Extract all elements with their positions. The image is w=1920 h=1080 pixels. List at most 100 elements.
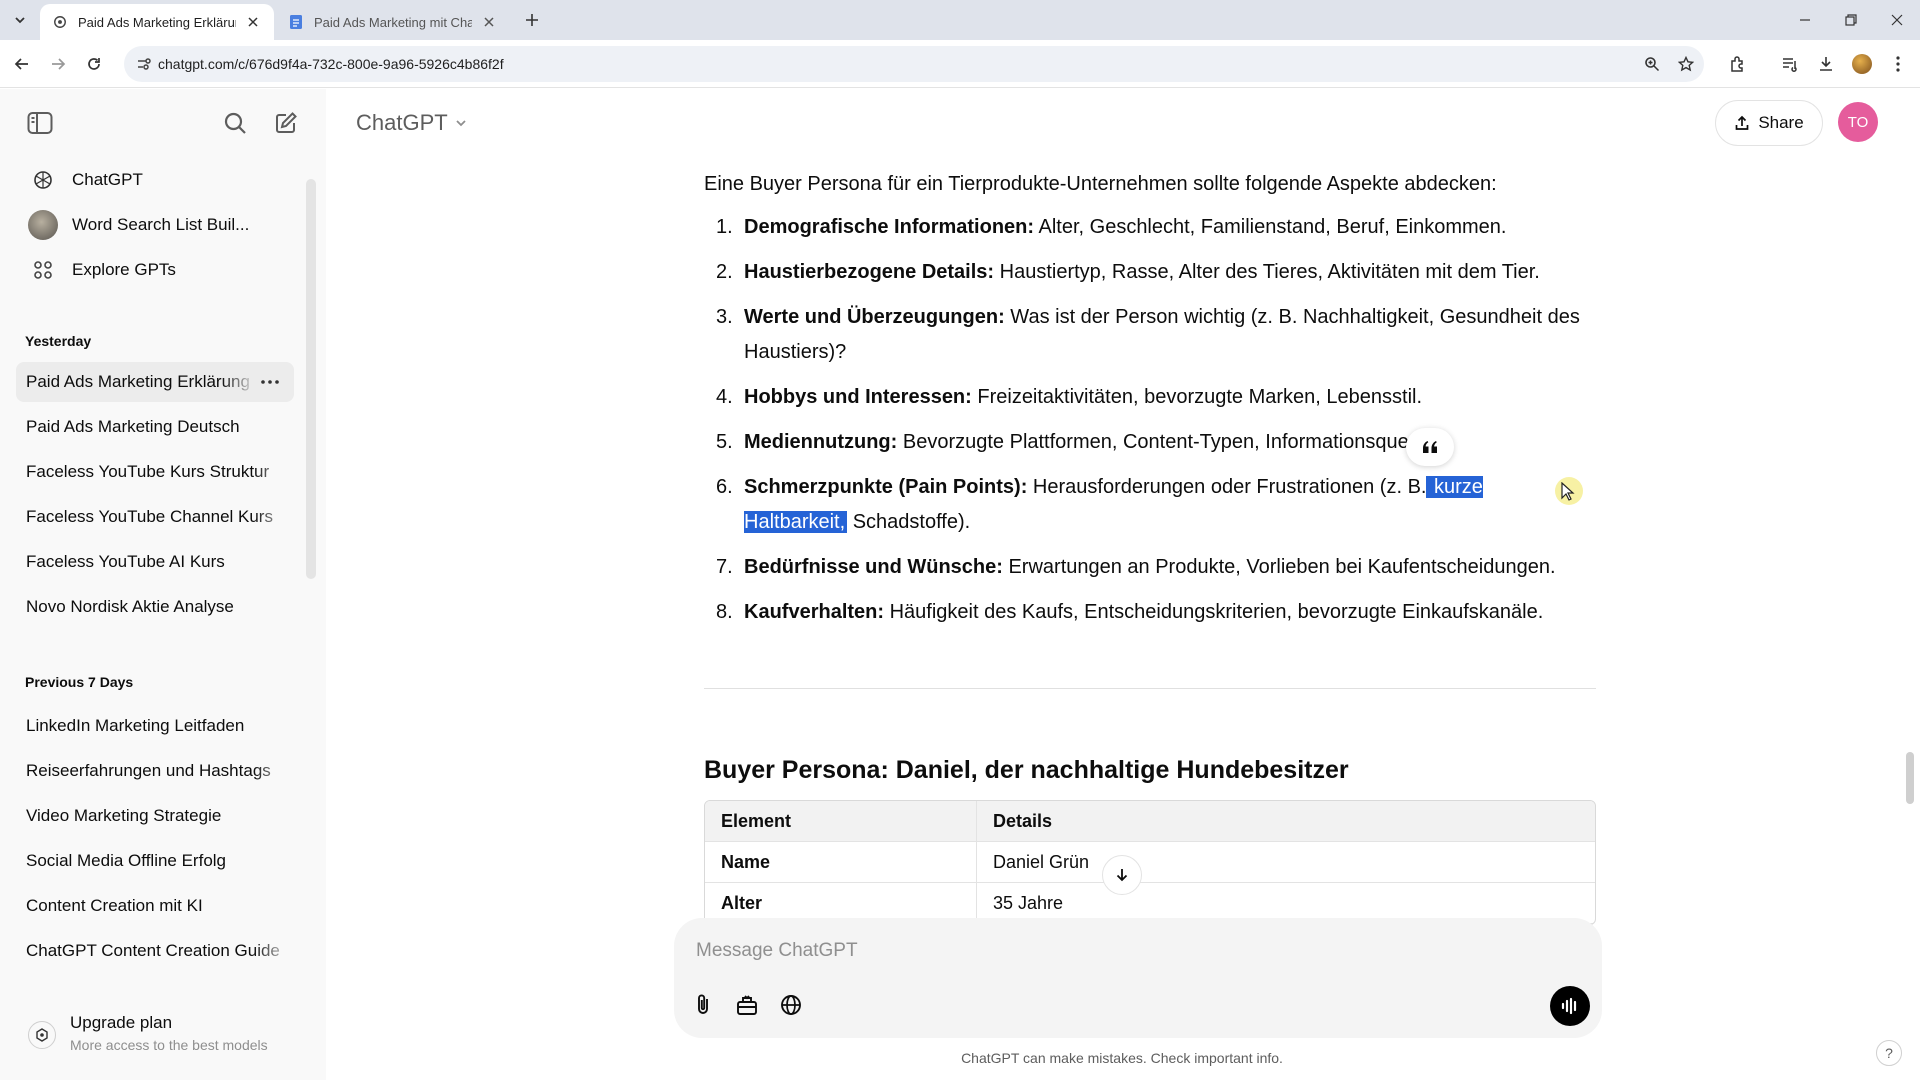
list-term: Mediennutzung: — [744, 431, 898, 453]
upgrade-title: Upgrade plan — [70, 1013, 173, 1032]
disclaimer-text: ChatGPT can make mistakes. Check importa… — [961, 1050, 1283, 1066]
model-name: ChatGPT — [356, 110, 448, 135]
chat-item[interactable]: Reiseerfahrungen und Hashtags — [16, 751, 294, 791]
chevron-down-icon — [454, 116, 468, 130]
address-bar[interactable]: chatgpt.com/c/676d9f4a-732c-800e-9a96-59… — [124, 46, 1704, 82]
chat-item[interactable]: ChatGPT Content Creation Guide — [16, 931, 294, 971]
upgrade-icon — [28, 1021, 56, 1049]
docs-favicon-icon — [288, 14, 304, 30]
tab-paid-ads-mit-chatgpt[interactable]: Paid Ads Marketing mit ChatGPT — [276, 4, 510, 40]
mouse-cursor — [1555, 477, 1583, 505]
back-button[interactable] — [10, 52, 34, 76]
tab-search-button[interactable] — [8, 8, 32, 32]
chat-item-label: Paid Ads Marketing Erklärung — [26, 372, 250, 391]
sidebar: ChatGPT Word Search List Buil... Explore… — [0, 89, 326, 1080]
reload-button[interactable] — [82, 52, 106, 76]
bookmark-star-icon[interactable] — [1676, 54, 1696, 74]
table-header-cell: Details — [993, 810, 1053, 831]
arrow-right-icon — [52, 58, 66, 70]
share-label: Share — [1758, 113, 1804, 132]
openai-logo-icon — [28, 165, 58, 195]
section-heading-yesterday: Yesterday — [25, 333, 92, 349]
attach-button[interactable] — [686, 988, 720, 1022]
minimize-button[interactable] — [1788, 6, 1822, 34]
list-number: 7. — [716, 556, 733, 578]
message-input[interactable]: Message ChatGPT — [696, 940, 858, 962]
list-number: 5. — [716, 431, 733, 453]
tools-button[interactable] — [730, 988, 764, 1022]
sidebar-item-chatgpt[interactable]: ChatGPT — [16, 160, 294, 200]
sidebar-item-word-search-gpt[interactable]: Word Search List Buil... — [16, 205, 294, 245]
list-text: Freizeitaktivitäten, bevorzugte Marken, … — [971, 386, 1423, 408]
chat-item[interactable]: LinkedIn Marketing Leitfaden — [16, 706, 294, 746]
chat-item-paid-ads-erklaerung[interactable]: Paid Ads Marketing Erklärung — [16, 362, 294, 402]
restore-button[interactable] — [1834, 6, 1868, 34]
help-button[interactable]: ? — [1876, 1040, 1902, 1066]
new-tab-button[interactable] — [520, 8, 544, 32]
list-number: 6. — [716, 476, 733, 498]
chat-item[interactable]: Novo Nordisk Aktie Analyse — [16, 587, 294, 627]
media-controls-button[interactable] — [1778, 52, 1802, 76]
scroll-to-bottom-button[interactable] — [1102, 855, 1142, 895]
globe-icon — [781, 995, 801, 1015]
chat-item-label: Social Media Offline Erfolg — [26, 851, 227, 870]
tab-title: Paid Ads Marketing mit ChatGPT — [314, 14, 472, 30]
chat-item[interactable]: Content Creation mit KI — [16, 886, 294, 926]
chat-item[interactable]: Social Media Offline Erfolg — [16, 841, 294, 881]
playlist-icon — [1783, 58, 1797, 72]
close-tab-icon[interactable] — [480, 13, 498, 31]
user-avatar[interactable]: TO — [1838, 102, 1878, 142]
list-number: 4. — [716, 386, 733, 408]
main-scrollbar[interactable] — [1906, 752, 1914, 804]
sidebar-scrollbar[interactable] — [306, 179, 316, 579]
chat-item[interactable]: Faceless YouTube Channel Kurs — [16, 497, 294, 537]
forward-button[interactable] — [46, 52, 70, 76]
chat-item[interactable]: Faceless YouTube Kurs Struktur — [16, 452, 294, 492]
edit-icon — [276, 112, 297, 133]
tab-paid-ads-erklaerung[interactable]: Paid Ads Marketing Erklärung — [40, 4, 274, 40]
pointer-icon — [1561, 482, 1575, 501]
chat-item[interactable]: Video Marketing Strategie — [16, 796, 294, 836]
model-selector[interactable]: ChatGPT — [356, 110, 468, 136]
toolbox-icon — [737, 995, 757, 1015]
chat-item-label: ChatGPT Content Creation Guide — [26, 941, 280, 960]
chat-item-label: Faceless YouTube Channel Kurs — [26, 507, 273, 526]
extensions-button[interactable] — [1726, 52, 1750, 76]
profile-button[interactable] — [1850, 52, 1874, 76]
site-info-icon[interactable] — [136, 56, 152, 72]
close-window-button[interactable] — [1880, 6, 1914, 34]
close-tab-icon[interactable] — [244, 13, 262, 31]
chat-item-label: Reiseerfahrungen und Hashtags — [26, 761, 271, 780]
new-chat-button[interactable] — [270, 107, 302, 139]
chat-item[interactable]: Paid Ads Marketing Deutsch — [16, 407, 294, 447]
chat-item-label: LinkedIn Marketing Leitfaden — [26, 716, 245, 735]
chat-item-label: Novo Nordisk Aktie Analyse — [26, 597, 234, 616]
share-button[interactable]: Share — [1715, 100, 1823, 146]
web-search-button[interactable] — [774, 988, 808, 1022]
table-header-row: Element Details — [705, 801, 1595, 842]
sidebar-item-explore-gpts[interactable]: Explore GPTs — [16, 250, 294, 290]
toggle-sidebar-button[interactable] — [24, 107, 56, 139]
url-text: chatgpt.com/c/676d9f4a-732c-800e-9a96-59… — [158, 56, 504, 72]
chat-item[interactable]: Faceless YouTube AI Kurs — [16, 542, 294, 582]
restore-icon — [1845, 14, 1857, 26]
search-chats-button[interactable] — [219, 107, 251, 139]
browser-menu-button[interactable] — [1886, 52, 1910, 76]
quote-icon — [1423, 441, 1437, 453]
list-term: Kaufverhalten: — [744, 601, 885, 623]
quote-selection-button[interactable] — [1406, 428, 1454, 466]
chat-item-label: Faceless YouTube AI Kurs — [26, 552, 225, 571]
browser-toolbar: chatgpt.com/c/676d9f4a-732c-800e-9a96-59… — [0, 40, 1920, 88]
puzzle-icon — [1731, 56, 1743, 72]
sidebar-item-label: Explore GPTs — [72, 260, 176, 279]
voice-mode-button[interactable] — [1550, 986, 1590, 1026]
list-number: 8. — [716, 601, 733, 623]
more-options-icon[interactable] — [256, 372, 284, 392]
chat-item-label: Content Creation mit KI — [26, 896, 203, 915]
list-text: Erwartungen an Produkte, Vorlieben bei K… — [1002, 556, 1556, 578]
zoom-icon[interactable] — [1642, 54, 1662, 74]
downloads-button[interactable] — [1814, 52, 1838, 76]
close-icon — [1891, 14, 1903, 26]
list-text: Bevorzugte Plattformen, Content-Typen, I… — [897, 431, 1409, 453]
message-composer[interactable]: Message ChatGPT — [674, 918, 1602, 1038]
